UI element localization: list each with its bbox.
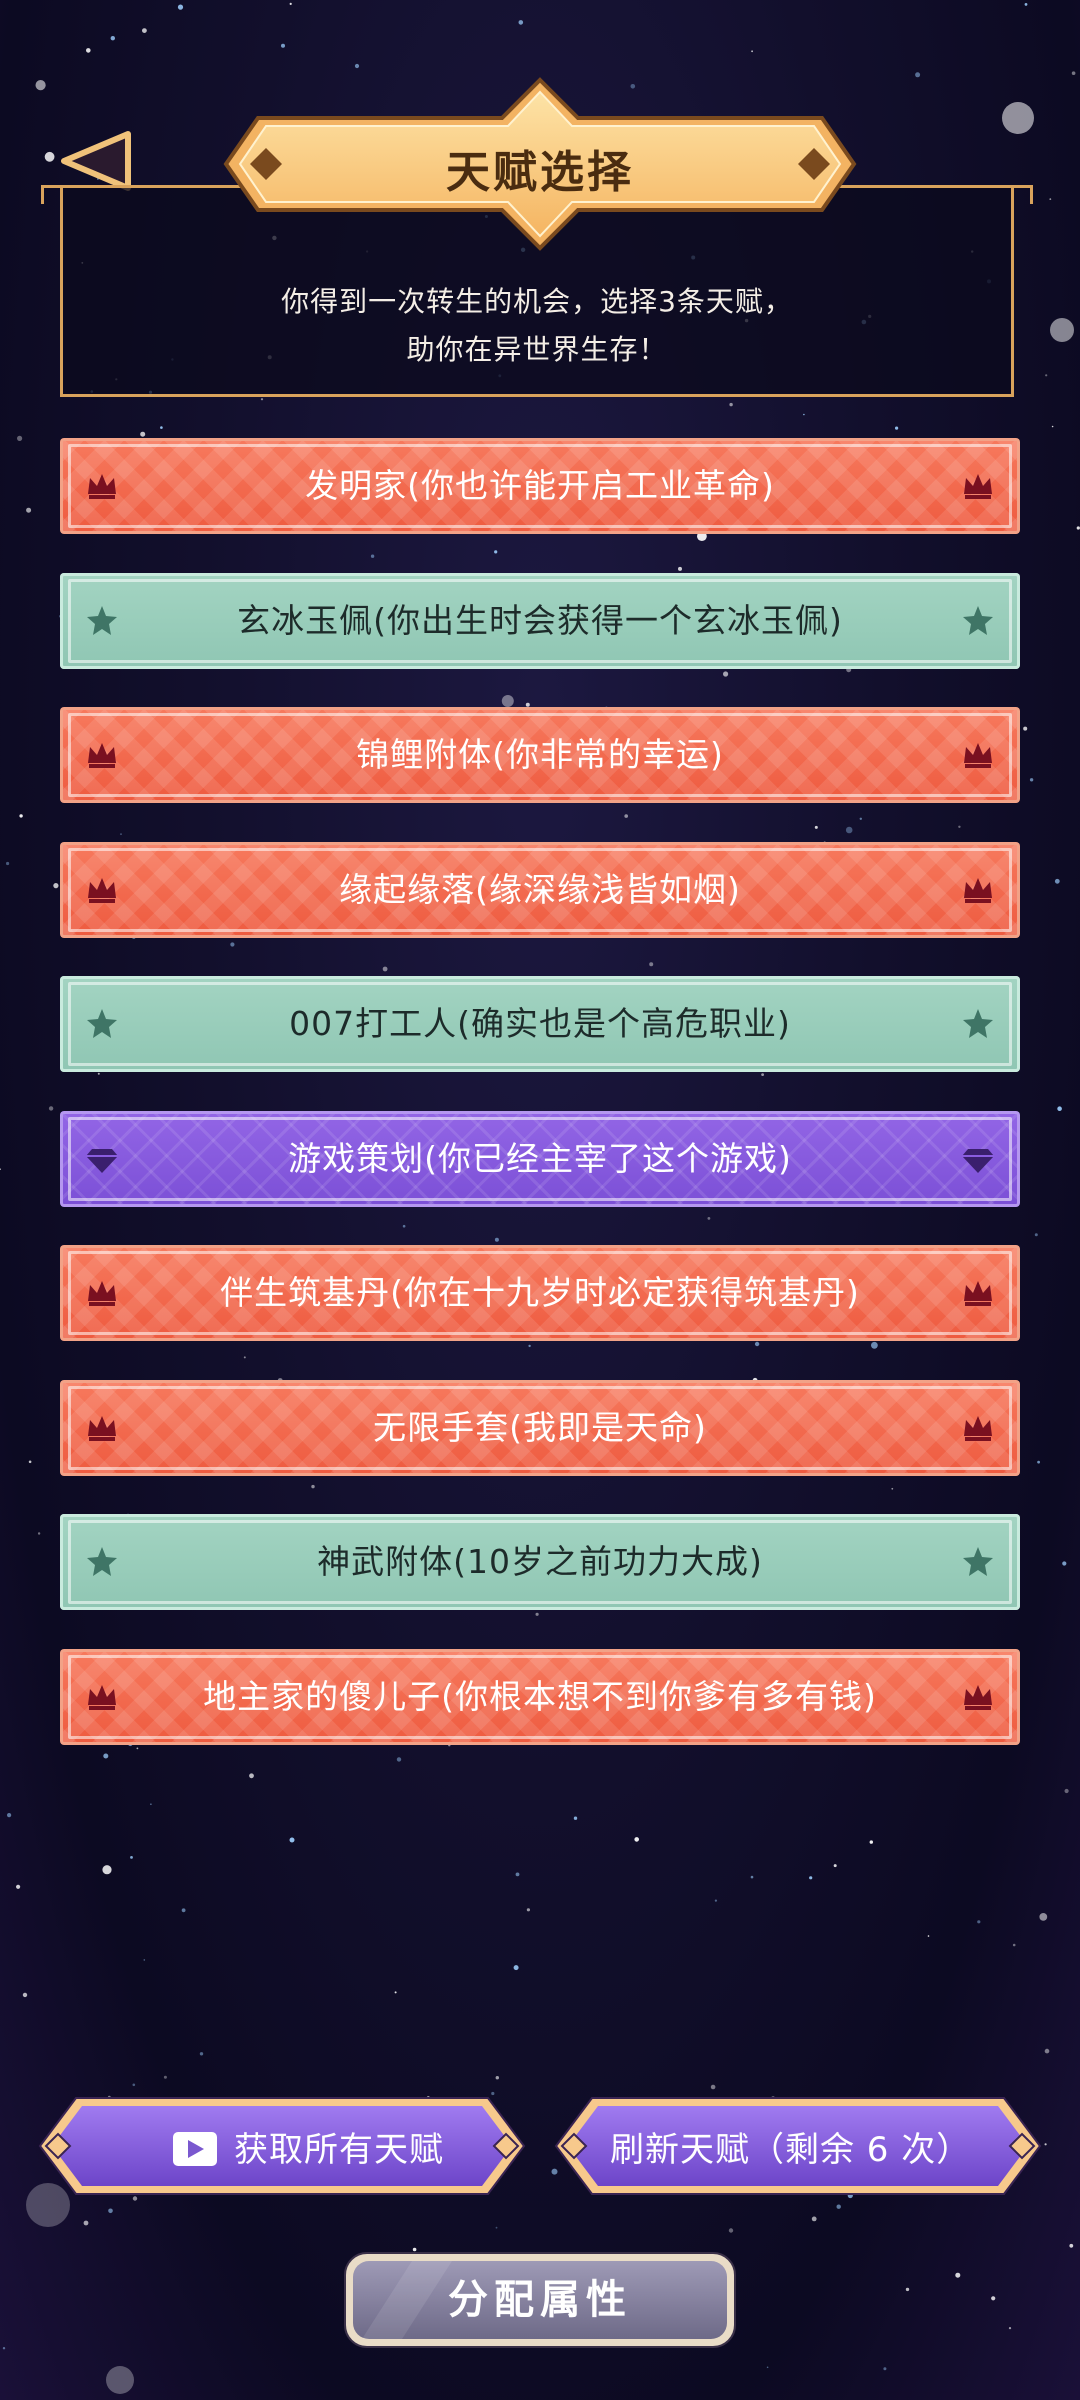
talent-option[interactable]: 神武附体(10岁之前功力大成) (60, 1514, 1020, 1610)
talent-label: 发明家(你也许能开启工业革命) (305, 466, 775, 505)
talent-label: 007打工人(确实也是个高危职业) (289, 1004, 791, 1043)
talent-option[interactable]: 发明家(你也许能开启工业革命) (60, 438, 1020, 534)
talent-option[interactable]: 缘起缘落(缘深缘浅皆如烟) (60, 841, 1020, 938)
talent-label: 锦鲤附体(你非常的幸运) (356, 735, 724, 774)
talent-option[interactable]: 007打工人(确实也是个高危职业) (60, 976, 1020, 1072)
allocate-attributes-label: 分配属性 (448, 2277, 632, 2323)
talent-label: 玄冰玉佩(你出生时会获得一个玄冰玉佩) (237, 600, 843, 640)
talent-label: 地主家的傻儿子(你根本想不到你爹有多有钱) (203, 1676, 877, 1716)
talent-option[interactable]: 玄冰玉佩(你出生时会获得一个玄冰玉佩) (60, 572, 1020, 669)
talent-label: 无限手套(我即是天命) (373, 1407, 707, 1447)
talent-label: 神武附体(10岁之前功力大成) (317, 1542, 763, 1581)
intro-description: 你得到一次转生的机会，选择3条天赋， 助你在异世界生存！ (63, 278, 1011, 374)
intro-line-1: 你得到一次转生的机会，选择3条天赋， (281, 285, 793, 318)
intro-line-2: 助你在异世界生存！ (406, 333, 668, 366)
talent-option[interactable]: 伴生筑基丹(你在十九岁时必定获得筑基丹) (60, 1245, 1020, 1341)
video-play-icon (173, 2132, 217, 2166)
talent-label: 缘起缘落(缘深缘浅皆如烟) (339, 869, 741, 909)
page-title: 天赋选择 (446, 147, 634, 198)
talent-option[interactable]: 锦鲤附体(你非常的幸运) (60, 707, 1020, 803)
allocate-attributes-button[interactable]: 分配属性 (342, 2250, 738, 2350)
talent-option[interactable]: 无限手套(我即是天命) (60, 1379, 1020, 1476)
refresh-talents-button[interactable]: 刷新天赋（剩余 6 次） (552, 2094, 1044, 2198)
get-all-talents-label: 获取所有天赋 (234, 2129, 444, 2170)
talent-label: 游戏策划(你已经主宰了这个游戏) (288, 1138, 792, 1178)
talent-label: 伴生筑基丹(你在十九岁时必定获得筑基丹) (220, 1273, 860, 1312)
talent-option[interactable]: 地主家的傻儿子(你根本想不到你爹有多有钱) (60, 1648, 1020, 1745)
get-all-talents-button[interactable]: 获取所有天赋 (36, 2094, 528, 2198)
talent-option[interactable]: 游戏策划(你已经主宰了这个游戏) (60, 1110, 1020, 1207)
title-banner: 天赋选择 (222, 76, 858, 252)
refresh-talents-label: 刷新天赋（剩余 6 次） (610, 2129, 972, 2170)
